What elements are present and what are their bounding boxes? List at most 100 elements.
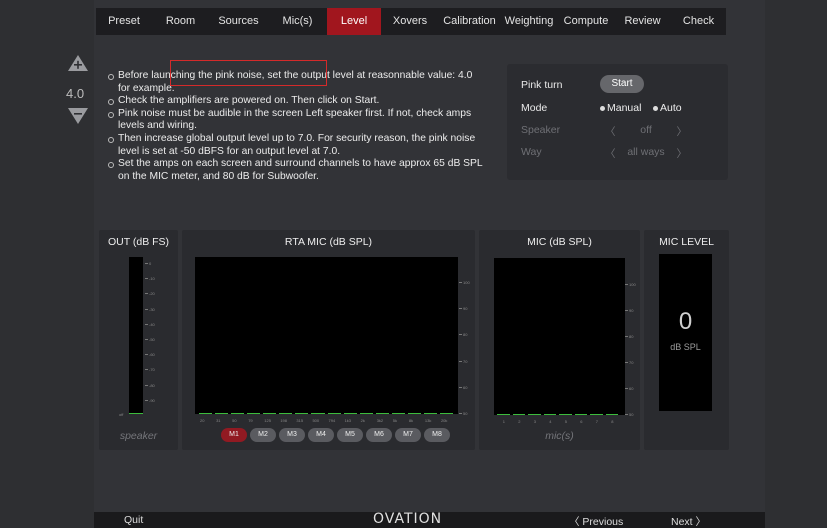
rta-band-bar (247, 413, 261, 414)
speaker-value: off (640, 124, 652, 136)
mic-channel-bar (574, 414, 587, 415)
mode-label: Mode (521, 102, 548, 114)
chevron-right-icon[interactable]: 〉 (676, 146, 687, 161)
rta-plot (195, 257, 458, 414)
chevron-left-icon[interactable]: 〈 (605, 124, 616, 139)
out-meter-tick-label: -60 (149, 352, 155, 358)
rta-frequency-label: 5k (392, 418, 397, 423)
rta-frequency-label: 1k3 (344, 418, 352, 423)
rta-level-tick (459, 334, 462, 336)
out-meter-tick-label: 0 (149, 261, 152, 266)
tab-check[interactable]: Check (671, 8, 726, 35)
rta-band-bar (391, 413, 405, 414)
mic-channel-label: 7 (595, 419, 598, 424)
pink-turn-label: Pink turn (521, 79, 563, 91)
mic-button-m3[interactable]: M3 (279, 428, 305, 442)
mic-button-m2[interactable]: M2 (250, 428, 276, 442)
out-meter-tick (145, 293, 148, 295)
mic-meter-tick-label: 80 (629, 334, 634, 339)
tab-xovers[interactable]: Xovers (381, 8, 439, 35)
mic-level-title: MIC LEVEL (659, 236, 714, 248)
quit-button[interactable]: Quit (124, 514, 143, 526)
out-meter-tick (145, 323, 148, 325)
rta-frequency-label: 3k2 (376, 418, 384, 423)
mic-button-m4[interactable]: M4 (308, 428, 334, 442)
out-meter-bar (129, 257, 143, 414)
mode-manual-label: Manual (607, 102, 642, 114)
mic-channel-label: 3 (533, 419, 536, 424)
plus-triangle-icon (68, 55, 88, 71)
mic-channel-label: 1 (502, 419, 505, 424)
mic-button-m8[interactable]: M8 (424, 428, 450, 442)
out-meter-panel: OUT (dB FS) 0 -10 -20 -30 -40 -50 -60 -70 -80 -90… (99, 230, 178, 450)
chevron-left-icon[interactable]: 〈 (605, 146, 616, 161)
out-meter-off-label: off (119, 412, 124, 417)
mode-manual-radio[interactable]: Manual (600, 102, 641, 114)
mic-meter-title: MIC (dB SPL) (527, 236, 592, 248)
tab-compute[interactable]: Compute (558, 8, 614, 35)
rta-band-bar (439, 413, 453, 414)
left-margin (0, 0, 94, 528)
rta-level-label: 90 (463, 306, 468, 312)
mic-channel-label: 8 (611, 419, 614, 424)
rta-band-bar (327, 413, 341, 414)
mode-auto-radio[interactable]: Auto (653, 102, 682, 114)
previous-button[interactable]: 〈 Previous (569, 514, 623, 528)
mic-channel-label: 5 (564, 419, 567, 424)
mic-channel-label: 2 (518, 419, 521, 424)
out-meter-tick-label: -20 (149, 291, 155, 297)
volume-value: 4.0 (66, 86, 85, 101)
rta-band-bar (215, 413, 229, 414)
mic-meter-tick-label: 90 (629, 308, 634, 313)
rta-frequency-label: 50 (232, 418, 237, 423)
rta-band-bar (263, 413, 277, 414)
mic-channel-label: 4 (549, 419, 552, 424)
tab-calibration[interactable]: Calibration (439, 8, 500, 35)
speaker-label: Speaker (521, 124, 561, 136)
rta-level-tick (459, 386, 462, 388)
tab-weighting[interactable]: Weighting (500, 8, 558, 35)
app-window: Preset Room Sources Mic(s) Level Xovers … (0, 0, 827, 528)
next-button[interactable]: Next 〉 (671, 514, 706, 528)
rta-level-label: 80 (463, 332, 468, 338)
volume-up-button[interactable] (67, 54, 89, 72)
mic-meter-tick-label: 60 (629, 386, 634, 391)
mic-channel-bar (590, 414, 603, 415)
speaker-selector[interactable]: 〈 off 〉 (605, 124, 687, 139)
out-meter-tick-label: -10 (149, 276, 155, 282)
chevron-right-icon[interactable]: 〉 (676, 124, 687, 139)
mic-channel-bar (543, 414, 556, 415)
tab-room[interactable]: Room (152, 8, 209, 35)
tab-preset[interactable]: Preset (96, 8, 152, 35)
mic-button-m7[interactable]: M7 (395, 428, 421, 442)
right-margin (765, 0, 827, 528)
out-meter-tick (145, 354, 148, 356)
instruction-item: Pink noise must be audible in the screen… (108, 108, 486, 133)
start-button[interactable]: Start (600, 75, 644, 93)
rta-level-label: 70 (463, 358, 468, 364)
rta-frequency-label: 794 (328, 418, 336, 423)
mic-channel-bar (497, 414, 510, 415)
out-meter-level (129, 413, 143, 414)
rta-frequency-label: 20 (200, 418, 205, 423)
rta-band-bar (343, 413, 357, 414)
mic-button-m6[interactable]: M6 (366, 428, 392, 442)
instruction-list: Before launching the pink noise, set the… (108, 70, 486, 183)
out-meter-tick (145, 263, 148, 264)
rta-frequency-label: 125 (264, 418, 271, 423)
tab-level[interactable]: Level (327, 8, 381, 35)
rta-frequency-label: 31 (216, 418, 221, 423)
tab-sources[interactable]: Sources (209, 8, 268, 35)
mic-level-panel: MIC LEVEL 0 dB SPL (644, 230, 729, 450)
mic-button-m5[interactable]: M5 (337, 428, 363, 442)
tab-mics[interactable]: Mic(s) (268, 8, 327, 35)
way-selector[interactable]: 〈 all ways 〉 (605, 146, 687, 161)
mic-button-m1[interactable]: M1 (221, 428, 247, 442)
rta-level-label: 100 (463, 280, 470, 285)
mic-meter-tick (625, 388, 628, 389)
tab-review[interactable]: Review (614, 8, 671, 35)
rta-level-label: 50 (463, 411, 468, 416)
mic-meter-tick (625, 362, 628, 363)
rta-band-bar (279, 413, 293, 414)
volume-down-button[interactable] (67, 107, 89, 125)
